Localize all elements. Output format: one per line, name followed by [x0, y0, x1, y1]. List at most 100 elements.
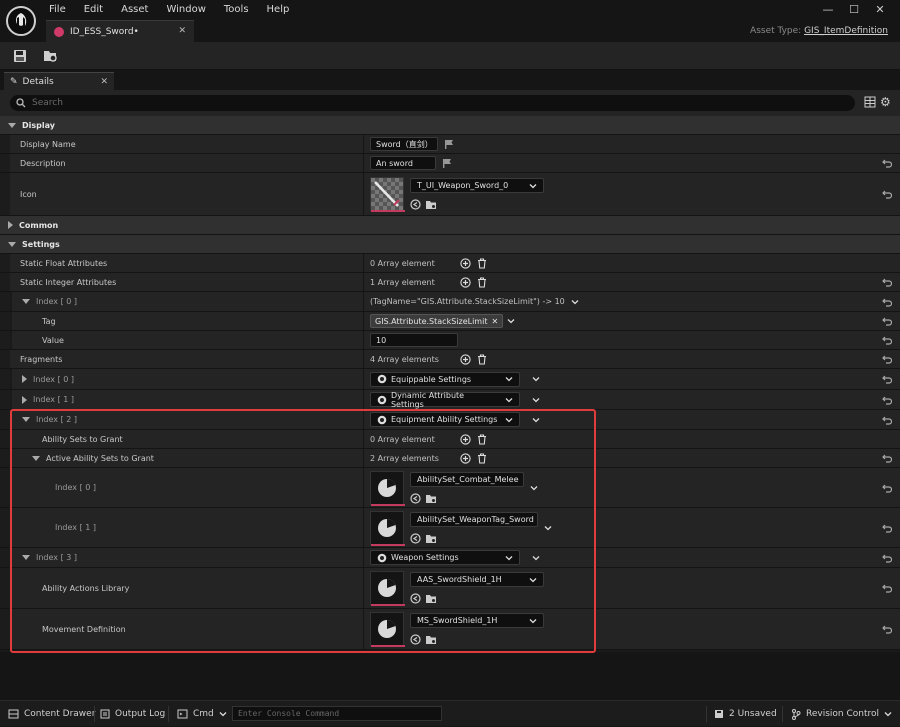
expand-arrow-icon[interactable] [22, 395, 27, 404]
output-log-button[interactable]: Output Log [100, 701, 165, 727]
use-selected-icon[interactable] [410, 492, 421, 504]
asset-thumbnail[interactable] [370, 470, 405, 506]
add-element-icon[interactable] [460, 276, 471, 288]
chevron-down-icon[interactable] [530, 484, 538, 492]
chevron-down-icon[interactable] [532, 396, 540, 404]
add-element-icon[interactable] [460, 452, 471, 464]
chevron-down-icon[interactable] [544, 524, 552, 532]
browse-folder-icon[interactable] [425, 593, 437, 604]
reset-to-default-icon[interactable] [882, 335, 892, 345]
expand-arrow-icon[interactable] [22, 375, 27, 383]
console-input[interactable]: Enter Console Command [232, 706, 442, 721]
menu-window[interactable]: Window [157, 4, 214, 16]
category-common[interactable]: Common [0, 216, 900, 235]
trash-icon[interactable] [477, 353, 487, 365]
fragment-class-picker[interactable]: Equippable Settings [370, 371, 520, 387]
browse-folder-icon[interactable] [425, 634, 437, 645]
menu-tools[interactable]: Tools [215, 4, 258, 16]
collapse-arrow-icon[interactable] [8, 122, 16, 128]
chevron-down-icon[interactable] [532, 375, 540, 383]
asset-thumbnail[interactable] [370, 612, 405, 647]
expand-arrow-icon[interactable] [8, 221, 13, 229]
menu-file[interactable]: File [40, 4, 75, 16]
reset-to-default-icon[interactable] [882, 624, 892, 634]
chevron-down-icon[interactable] [571, 298, 579, 306]
maximize-icon[interactable]: ☐ [844, 3, 864, 16]
ability-actions-picker[interactable]: AAS_SwordShield_1H [410, 572, 544, 587]
use-selected-icon[interactable] [410, 199, 421, 210]
add-element-icon[interactable] [460, 353, 471, 365]
add-element-icon[interactable] [460, 257, 471, 269]
collapse-arrow-icon[interactable] [32, 455, 40, 461]
category-settings[interactable]: Settings [0, 235, 900, 254]
browse-folder-icon[interactable] [425, 493, 437, 504]
use-selected-icon[interactable] [410, 593, 421, 604]
reset-to-default-icon[interactable] [882, 483, 892, 493]
movement-definition-picker[interactable]: MS_SwordShield_1H [410, 613, 544, 628]
collapse-arrow-icon[interactable] [22, 417, 30, 422]
value-number-input[interactable]: 10 [370, 333, 458, 347]
close-window-icon[interactable]: ✕ [870, 3, 890, 16]
content-drawer-button[interactable]: Content Drawer [8, 701, 95, 727]
asset-thumbnail[interactable] [370, 510, 405, 546]
chevron-down-icon[interactable] [507, 317, 515, 325]
fragment-class-picker[interactable]: Weapon Settings [370, 550, 520, 565]
details-tab[interactable]: ✎ Details ✕ [4, 72, 114, 90]
asset-thumbnail[interactable] [370, 571, 405, 606]
fragment-class-picker[interactable]: Equipment Ability Settings [370, 412, 520, 427]
cmd-dropdown[interactable]: Cmd [177, 701, 227, 727]
ability-set-picker[interactable]: AbilitySet_WeaponTag_Sword [410, 511, 538, 527]
add-element-icon[interactable] [460, 433, 471, 445]
menu-edit[interactable]: Edit [75, 4, 112, 16]
display-name-input[interactable]: Sword（直剑） [370, 137, 438, 151]
gameplay-tag-chip[interactable]: GIS.Attribute.StackSizeLimit ✕ [370, 314, 504, 328]
save-icon[interactable] [12, 48, 28, 64]
reset-to-default-icon[interactable] [882, 523, 892, 533]
category-display[interactable]: Display [0, 116, 900, 135]
use-selected-icon[interactable] [410, 532, 421, 544]
reset-to-default-icon[interactable] [882, 277, 892, 287]
trash-icon[interactable] [477, 452, 487, 464]
reset-to-default-icon[interactable] [882, 189, 892, 199]
unsaved-button[interactable]: 2 Unsaved [714, 701, 777, 727]
table-view-icon[interactable] [864, 96, 876, 110]
reset-to-default-icon[interactable] [882, 583, 892, 593]
localize-flag-icon[interactable] [442, 158, 452, 168]
close-tab-icon[interactable]: ✕ [178, 26, 186, 36]
reset-to-default-icon[interactable] [882, 553, 892, 563]
minimize-icon[interactable]: — [818, 3, 838, 16]
icon-asset-picker[interactable]: T_UI_Weapon_Sword_0 [410, 178, 544, 193]
browse-folder-icon[interactable] [425, 533, 437, 544]
asset-type-link[interactable]: GIS_ItemDefinition [804, 26, 888, 36]
reset-to-default-icon[interactable] [882, 453, 892, 463]
settings-gear-icon[interactable]: ⚙ [880, 96, 891, 108]
browse-asset-icon[interactable] [42, 48, 58, 64]
trash-icon[interactable] [477, 257, 487, 269]
collapse-arrow-icon[interactable] [8, 241, 16, 247]
menu-asset[interactable]: Asset [112, 4, 157, 16]
search-input[interactable]: Search [10, 95, 855, 111]
revision-control-button[interactable]: Revision Control [791, 701, 892, 727]
browse-folder-icon[interactable] [425, 199, 437, 210]
chevron-down-icon[interactable] [532, 554, 540, 562]
trash-icon[interactable] [477, 276, 487, 288]
reset-to-default-icon[interactable] [882, 316, 892, 326]
document-tab[interactable]: ID_ESS_Sword• ✕ [46, 20, 194, 42]
close-details-icon[interactable]: ✕ [100, 77, 108, 87]
fragment-class-picker[interactable]: Dynamic Attribute Settings [370, 391, 520, 409]
localize-flag-icon[interactable] [444, 139, 454, 149]
reset-to-default-icon[interactable] [882, 158, 892, 168]
trash-icon[interactable] [477, 433, 487, 445]
menu-help[interactable]: Help [258, 4, 299, 16]
description-input[interactable]: An sword [370, 156, 436, 170]
icon-thumbnail[interactable] [370, 177, 405, 212]
use-selected-icon[interactable] [410, 634, 421, 645]
collapse-arrow-icon[interactable] [22, 555, 30, 560]
reset-to-default-icon[interactable] [882, 354, 892, 364]
reset-to-default-icon[interactable] [882, 374, 892, 384]
chevron-down-icon[interactable] [532, 416, 540, 424]
ability-set-picker[interactable]: AbilitySet_Combat_Melee [410, 471, 524, 487]
reset-to-default-icon[interactable] [882, 395, 892, 405]
unreal-logo-icon[interactable] [6, 6, 36, 36]
reset-to-default-icon[interactable] [882, 415, 892, 425]
